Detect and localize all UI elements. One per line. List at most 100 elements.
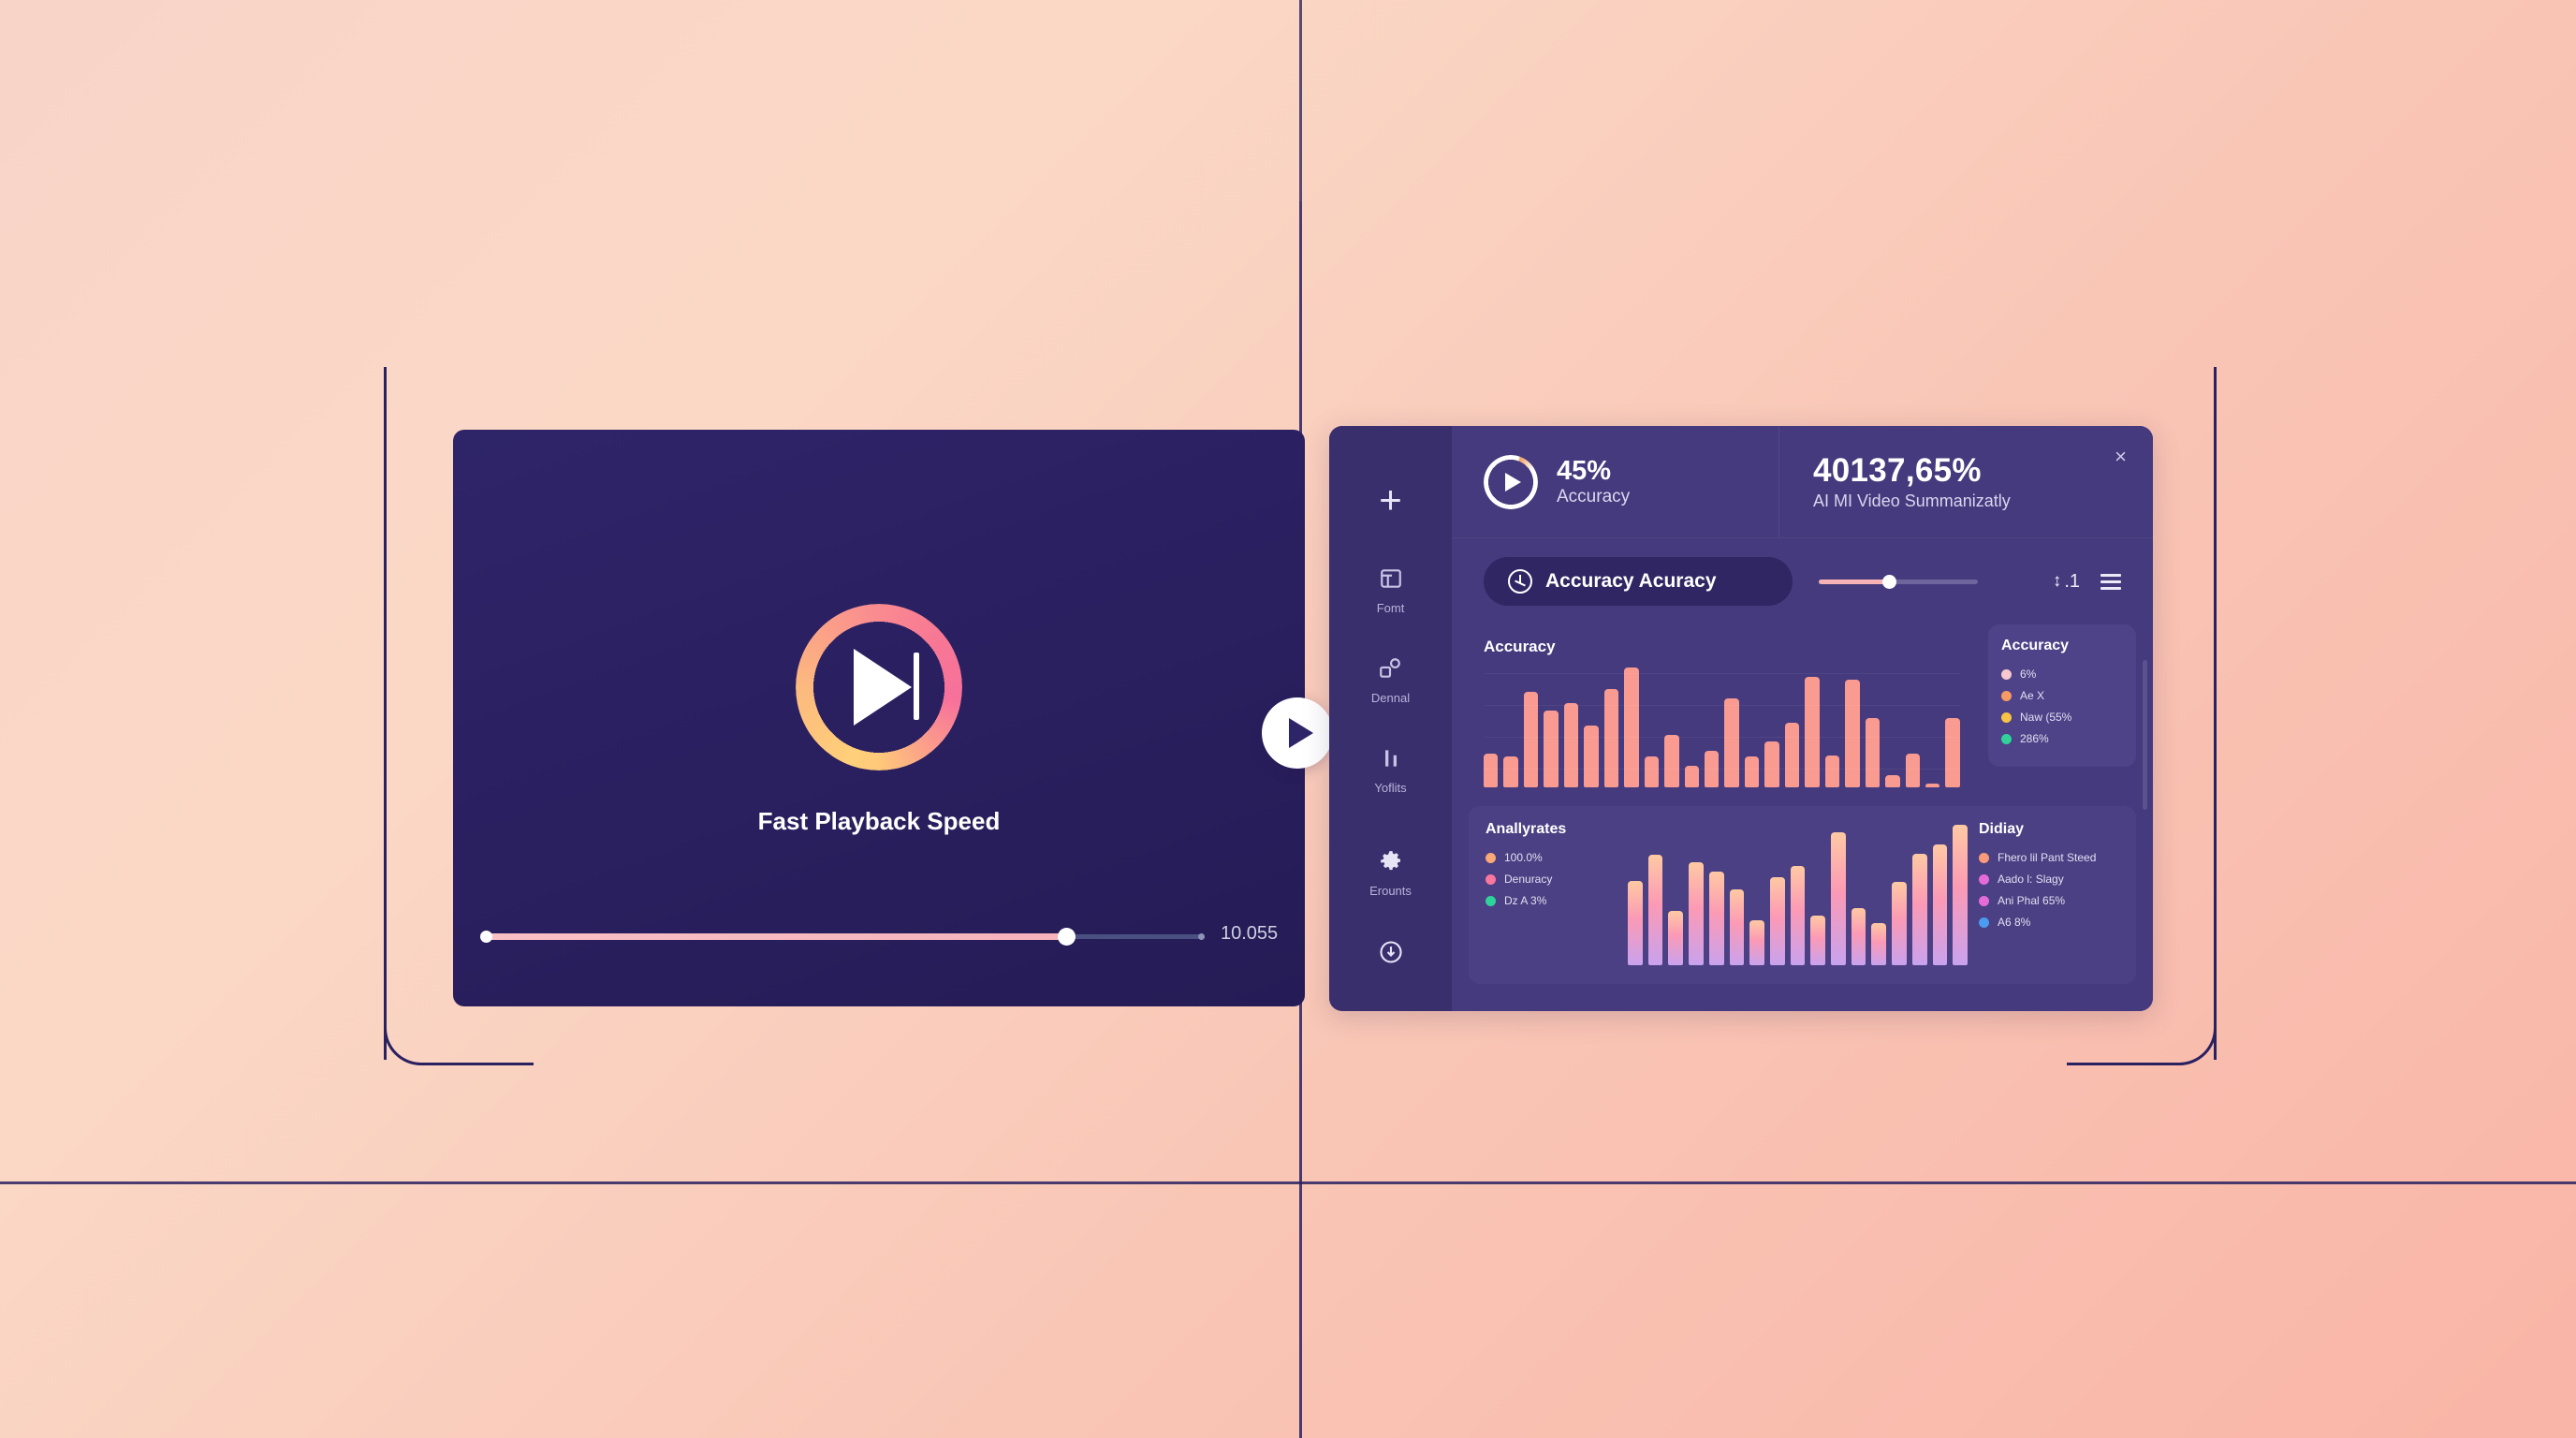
play-icon xyxy=(1505,472,1521,492)
bar xyxy=(1764,741,1779,787)
sidebar-item-download[interactable] xyxy=(1378,939,1404,970)
legend-item: 100.0% xyxy=(1486,851,1617,864)
legend-label: Denuracy xyxy=(1504,873,1553,886)
bar xyxy=(1911,853,1927,965)
slider-handle[interactable] xyxy=(1882,575,1896,589)
stat-label: AI MI Video Summanizatly xyxy=(1813,492,2011,510)
vertical-scrollbar[interactable] xyxy=(2143,660,2147,810)
bar xyxy=(1871,922,1887,965)
stat-card-accuracy[interactable]: 45% Accuracy xyxy=(1452,426,1779,537)
video-player-panel[interactable]: Fast Playback Speed 10.055 xyxy=(453,430,1305,1006)
legend-color-dot xyxy=(1979,917,1989,928)
progress-handle[interactable] xyxy=(1058,928,1076,946)
legend-label: Aado l: Slagy xyxy=(1998,873,2064,886)
bar xyxy=(1932,844,1948,965)
bar xyxy=(1749,919,1764,965)
legend-color-dot xyxy=(2001,733,2012,744)
chart-title: Anallyrates xyxy=(1486,821,1567,837)
legend-list: Fhero lil Pant Steed Aado l: Slagy Ani Pha… xyxy=(1979,851,2119,929)
legend-color-dot xyxy=(1486,873,1496,885)
bar xyxy=(1805,676,1820,787)
add-button[interactable]: + xyxy=(1379,480,1402,520)
bar xyxy=(1484,753,1499,787)
bar xyxy=(1769,877,1785,965)
layout-panel-icon xyxy=(1379,566,1403,595)
bar xyxy=(1584,726,1599,787)
sidebar-item-dennal[interactable]: Dennal xyxy=(1371,656,1410,705)
bars-icon xyxy=(1379,746,1403,775)
gridline xyxy=(1484,769,1960,770)
bar xyxy=(1945,718,1960,787)
progress-end-dot xyxy=(1198,933,1205,940)
sidebar-item-erounts[interactable]: Erounts xyxy=(1369,849,1412,898)
legend-label: A6 8% xyxy=(1998,916,2031,929)
center-play-button[interactable] xyxy=(1262,697,1333,769)
video-title: Fast Playback Speed xyxy=(757,807,1001,835)
bar xyxy=(1784,723,1800,787)
progress-start-handle[interactable] xyxy=(480,931,492,943)
legend-label: 286% xyxy=(2020,732,2049,745)
legend-label: 100.0% xyxy=(1504,851,1543,864)
guide-line-horizontal xyxy=(0,1181,2576,1184)
bar xyxy=(1544,710,1559,787)
bar xyxy=(1831,832,1846,965)
anallyrates-card: Anallyrates 100.0% Denuracy Dz A 3% Didiay… xyxy=(1469,806,2136,984)
stat-card-summary[interactable]: 40137,65% AI MI Video Summanizatly × xyxy=(1779,426,2153,537)
close-icon[interactable]: × xyxy=(2115,445,2127,469)
bar xyxy=(1523,692,1539,787)
bracket-left xyxy=(384,367,387,1060)
guide-line-vertical-top xyxy=(1299,0,1302,201)
legend-item: A6 8% xyxy=(1979,916,2119,929)
stat-value: 40137,65% xyxy=(1813,452,1982,489)
bar xyxy=(1668,910,1684,965)
hamburger-icon[interactable] xyxy=(2100,573,2121,590)
sidebar-item-fomt[interactable]: Fomt xyxy=(1377,566,1404,615)
dashboard-main: 45% Accuracy 40137,65% AI MI Video Summa… xyxy=(1452,426,2153,1011)
accuracy-bar-chart: Accuracy xyxy=(1469,624,1975,797)
play-icon xyxy=(854,649,912,726)
legend-color-dot xyxy=(1979,852,1989,863)
bar xyxy=(1851,907,1866,965)
legend-label: 6% xyxy=(2020,668,2037,681)
legend-item: Denuracy xyxy=(1486,873,1617,886)
accuracy-filter-button[interactable]: Accuracy Acuracy xyxy=(1484,557,1793,606)
legend-color-dot xyxy=(1486,895,1496,906)
sidebar-item-label: Yoflits xyxy=(1374,781,1407,795)
lower-right-legend: Didiay Fhero lil Pant Steed Aado l: Slagy… xyxy=(1979,821,2119,969)
video-timestamp: 10.055 xyxy=(1221,923,1279,944)
bracket-right xyxy=(2214,367,2217,1060)
legend-item: Ani Phal 65% xyxy=(1979,894,2119,907)
up-down-arrow-icon: ↕ xyxy=(2052,571,2062,591)
lower-left-legend: Anallyrates 100.0% Denuracy Dz A 3% xyxy=(1486,821,1617,969)
legend-item: Aado l: Slagy xyxy=(1979,873,2119,886)
bar xyxy=(1628,880,1643,965)
stat-label: Accuracy xyxy=(1557,487,1631,507)
bar xyxy=(1729,889,1745,965)
bar xyxy=(1744,756,1760,787)
gridline xyxy=(1484,737,1960,738)
legend-color-dot xyxy=(1979,873,1989,885)
toolbar-slider[interactable] xyxy=(1819,572,1978,591)
bar xyxy=(1503,756,1518,787)
bar xyxy=(1810,915,1826,965)
video-progress-slider[interactable] xyxy=(480,926,1205,946)
accuracy-legend-panel: Accuracy 6% Ae X Naw (55% 286% xyxy=(1988,624,2136,767)
nodes-icon xyxy=(1378,656,1402,685)
gridline xyxy=(1484,673,1960,674)
sidebar-item-label: Erounts xyxy=(1369,884,1412,898)
legend-label: Ae X xyxy=(2020,689,2045,702)
bar xyxy=(1865,718,1881,787)
sort-control[interactable]: ↕ .1 xyxy=(2053,571,2080,593)
bar xyxy=(1603,688,1619,787)
legend-color-dot xyxy=(2001,712,2012,723)
toolbar-actions: ↕ .1 xyxy=(2053,571,2121,593)
bar xyxy=(1708,872,1724,965)
video-play-button[interactable] xyxy=(796,604,962,770)
legend-item: Dz A 3% xyxy=(1486,894,1617,907)
compass-icon xyxy=(1508,569,1532,594)
bar xyxy=(1905,753,1920,787)
circle-download-icon xyxy=(1378,939,1404,970)
play-icon xyxy=(1289,718,1313,748)
legend-title: Accuracy xyxy=(2001,638,2070,653)
sidebar-item-yoflits[interactable]: Yoflits xyxy=(1374,746,1407,795)
